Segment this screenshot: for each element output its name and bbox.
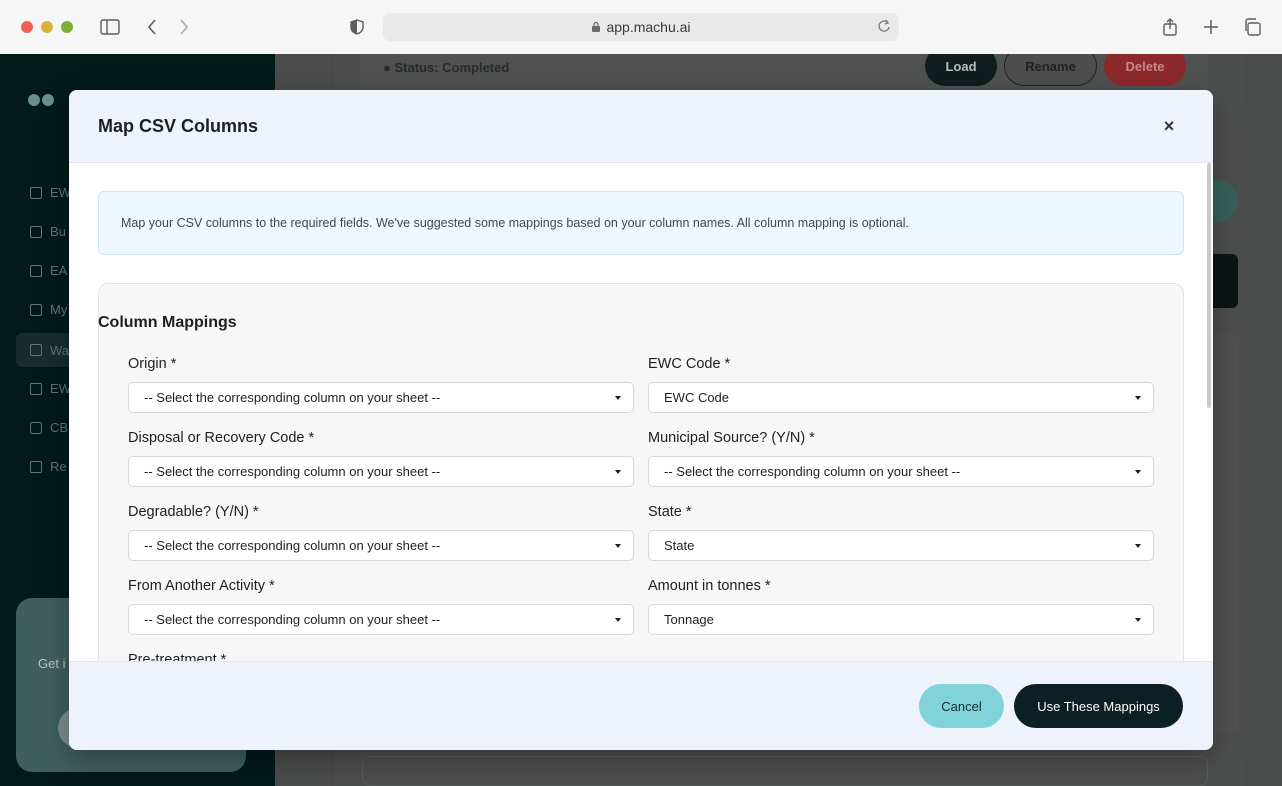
status-text: ● Status: Completed: [383, 60, 510, 75]
chevron-down-icon: [615, 544, 621, 548]
municipal-source-label: Municipal Source? (Y/N) *: [648, 430, 815, 446]
ewc-code-label: EWC Code *: [648, 356, 731, 372]
sidebar-item-7[interactable]: CB: [30, 420, 68, 435]
chevron-down-icon: [1135, 396, 1141, 400]
municipal-source-select-value: -- Select the corresponding column on yo…: [664, 464, 961, 479]
folder-open-icon: [30, 264, 42, 277]
privacy-shield-icon[interactable]: [344, 14, 370, 40]
state-label: State *: [648, 504, 692, 520]
chevron-down-icon: [1135, 470, 1141, 474]
back-icon[interactable]: [139, 14, 165, 40]
sidebar-item-8[interactable]: Re: [30, 459, 67, 474]
minimize-window-button[interactable]: [41, 21, 53, 33]
section-title: Column Mappings: [98, 314, 237, 331]
from-another-activity-select-value: -- Select the corresponding column on yo…: [144, 612, 441, 627]
origin-select[interactable]: -- Select the corresponding column on yo…: [128, 382, 634, 413]
logo-icon: [28, 94, 56, 106]
map-csv-columns-dialog: Map CSV Columns × Map your CSV columns t…: [69, 90, 1213, 750]
sidebar-item-2[interactable]: Bu: [30, 224, 66, 239]
chevron-down-icon: [615, 470, 621, 474]
dialog-header: Map CSV Columns ×: [69, 90, 1213, 163]
dialog-scrollbar[interactable]: [1207, 163, 1211, 408]
forward-icon[interactable]: [171, 14, 197, 40]
badge-icon: [30, 225, 42, 238]
address-url: app.machu.ai: [606, 19, 691, 35]
close-window-button[interactable]: [21, 21, 33, 33]
use-these-mappings-button[interactable]: Use These Mappings: [1014, 684, 1183, 728]
promo-text: Get i: [38, 656, 66, 671]
sidebar-item-4[interactable]: My: [30, 302, 67, 317]
document-icon: [30, 344, 42, 356]
ewc-code-select[interactable]: EWC Code: [648, 382, 1154, 413]
dialog-body[interactable]: Map your CSV columns to the required fie…: [69, 163, 1213, 661]
dialog-title: Map CSV Columns: [98, 116, 259, 136]
disposal-recovery-code-label: Disposal or Recovery Code *: [128, 430, 315, 446]
sidebar-item-6[interactable]: EW: [30, 381, 71, 396]
address-bar[interactable]: app.machu.ai: [383, 13, 899, 41]
degradable-label: Degradable? (Y/N) *: [128, 504, 259, 520]
amount-in-tonnes-label: Amount in tonnes *: [648, 578, 771, 594]
chevron-down-icon: [615, 618, 621, 622]
browser-toolbar: app.machu.ai: [0, 0, 1282, 54]
zoom-window-button[interactable]: [61, 21, 73, 33]
share-icon[interactable]: [1157, 14, 1183, 40]
origin-label: Origin *: [128, 356, 177, 372]
sidebar-toggle-icon[interactable]: [97, 14, 123, 40]
degradable-select[interactable]: -- Select the corresponding column on yo…: [128, 530, 634, 561]
folder-icon: [30, 303, 42, 316]
info-banner: Map your CSV columns to the required fie…: [98, 191, 1184, 255]
reload-icon[interactable]: [877, 19, 891, 33]
delete-button[interactable]: Delete: [1104, 54, 1186, 86]
rename-button[interactable]: Rename: [1004, 54, 1097, 86]
cancel-button[interactable]: Cancel: [919, 684, 1004, 728]
from-another-activity-select[interactable]: -- Select the corresponding column on yo…: [128, 604, 634, 635]
disposal-recovery-code-select[interactable]: -- Select the corresponding column on yo…: [128, 456, 634, 487]
new-tab-icon[interactable]: [1198, 14, 1224, 40]
info-text: Map your CSV columns to the required fie…: [121, 216, 909, 230]
disposal-recovery-code-select-value: -- Select the corresponding column on yo…: [144, 464, 441, 479]
from-another-activity-label: From Another Activity *: [128, 578, 275, 594]
origin-select-value: -- Select the corresponding column on yo…: [144, 390, 441, 405]
sidebar-item-1[interactable]: EW: [30, 185, 71, 200]
user-icon: [30, 460, 42, 473]
lock-icon: [591, 21, 601, 33]
load-button[interactable]: Load: [925, 54, 997, 86]
chevron-down-icon: [1135, 618, 1141, 622]
monitor-icon: [30, 421, 42, 434]
municipal-source-select[interactable]: -- Select the corresponding column on yo…: [648, 456, 1154, 487]
ewc-code-select-value: EWC Code: [664, 390, 730, 405]
tab-overview-icon[interactable]: [1239, 14, 1265, 40]
close-icon[interactable]: ×: [1157, 114, 1181, 138]
scan-icon: [30, 186, 42, 199]
list-icon: [30, 382, 42, 395]
state-select[interactable]: State: [648, 530, 1154, 561]
pre-treatment-label: Pre-treatment *: [128, 652, 227, 661]
chevron-down-icon: [1135, 544, 1141, 548]
amount-in-tonnes-select[interactable]: Tonnage: [648, 604, 1154, 635]
chevron-down-icon: [615, 396, 621, 400]
amount-in-tonnes-select-value: Tonnage: [664, 612, 714, 627]
sidebar-item-3[interactable]: EA: [30, 263, 67, 278]
bottom-card: [362, 756, 1208, 786]
degradable-select-value: -- Select the corresponding column on yo…: [144, 538, 441, 553]
dialog-footer: Cancel Use These Mappings: [69, 661, 1213, 750]
state-select-value: State: [664, 538, 695, 553]
